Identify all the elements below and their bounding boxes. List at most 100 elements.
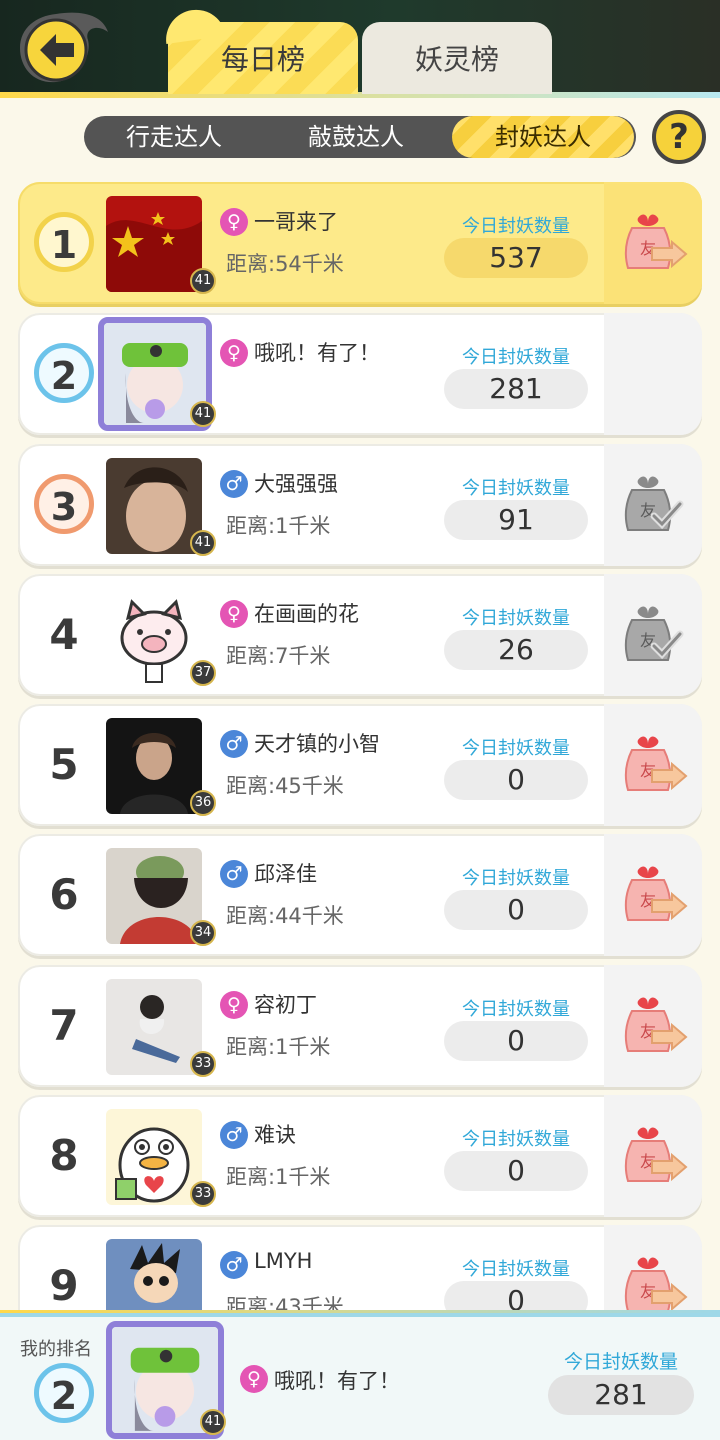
- avatar-pig-sticker-image: [106, 588, 202, 684]
- female-icon: ♀: [240, 1365, 268, 1393]
- count-label: 今日封妖数量: [462, 1259, 570, 1280]
- avatar[interactable]: [106, 1239, 202, 1310]
- distance-text: 距离:1千米: [226, 1035, 331, 1059]
- level-badge: 41: [200, 1409, 226, 1435]
- count-label: 今日封妖数量: [462, 868, 570, 889]
- tab-spirit-rank[interactable]: 妖灵榜: [362, 22, 552, 94]
- segment-walking[interactable]: 行走达人: [86, 116, 262, 158]
- rank-number: 4: [49, 610, 79, 659]
- tab-daily-rank[interactable]: 每日榜: [168, 22, 358, 94]
- count-value: 281: [444, 369, 588, 409]
- male-icon: ♂: [220, 1121, 248, 1149]
- avatar-photo-image: [106, 458, 202, 554]
- avatar[interactable]: [106, 979, 202, 1075]
- rank-medal-silver: 2: [34, 343, 94, 403]
- female-icon: ♀: [220, 339, 248, 367]
- send-gift-icon[interactable]: 友: [618, 1123, 688, 1187]
- level-badge: 41: [190, 530, 216, 556]
- avatar[interactable]: [106, 848, 202, 944]
- player-name: 难诀: [254, 1123, 296, 1147]
- gift-sent-icon: 友: [624, 476, 684, 531]
- row-side-panel: [604, 313, 702, 435]
- level-badge: 33: [190, 1181, 216, 1207]
- count-label: 今日封妖数量: [462, 347, 570, 368]
- male-icon: ♂: [220, 860, 248, 888]
- avatar-photo-image: [106, 848, 202, 944]
- count-label: 今日封妖数量: [462, 738, 570, 759]
- distance-text: 距离:45千米: [226, 774, 344, 798]
- count-label: 今日封妖数量: [462, 478, 570, 499]
- avatar-duck-sticker-image: [106, 1109, 202, 1205]
- my-rank-bar: 我的排名 2 41 ♀ 哦吼！有了！ 今日封妖数量 281: [0, 1313, 720, 1440]
- avatar-flag-image: [106, 196, 202, 292]
- send-gift-icon[interactable]: 友: [618, 862, 688, 926]
- avatar[interactable]: [106, 1109, 202, 1205]
- female-icon: ♀: [220, 991, 248, 1019]
- distance-text: 距离:1千米: [226, 1165, 331, 1189]
- my-player-name: 哦吼！有了！: [274, 1369, 400, 1393]
- rank-row[interactable]: 7 33 ♀ 容初丁 距离:1千米 今日封妖数量 0 友: [18, 965, 702, 1087]
- rank-row[interactable]: 6 34 ♂ 邱泽佳 距离:44千米 今日封妖数量 0 友: [18, 834, 702, 956]
- avatar-photo-image: [106, 979, 202, 1075]
- tab-daily-label: 每日榜: [220, 43, 305, 76]
- player-name: 一哥来了: [254, 210, 338, 234]
- avatar-photo-image: [106, 718, 202, 814]
- distance-text: 距离:1千米: [226, 514, 331, 538]
- avatar[interactable]: [106, 718, 202, 814]
- my-count-value: 281: [548, 1375, 694, 1415]
- gift-sent-icon: 友: [624, 606, 684, 661]
- count-label: 今日封妖数量: [462, 1129, 570, 1150]
- rank-number: 5: [49, 740, 79, 789]
- level-badge: 36: [190, 790, 216, 816]
- question-mark-icon[interactable]: ?: [652, 110, 706, 164]
- send-gift-icon[interactable]: 友: [618, 210, 688, 274]
- player-name: 容初丁: [254, 993, 317, 1017]
- rank-row[interactable]: 5 36 ♂ 天才镇的小智 距离:45千米 今日封妖数量 0 友: [18, 704, 702, 826]
- rank-row[interactable]: 8 33 ♂ 难诀 距离:1千米 今日封妖数量 0 友: [18, 1095, 702, 1217]
- female-icon: ♀: [220, 600, 248, 628]
- back-arrow-icon[interactable]: [18, 10, 110, 86]
- player-name: LMYH: [254, 1249, 313, 1273]
- player-name: 哦吼！有了！: [254, 341, 380, 365]
- avatar-astro-boy-image: [106, 1239, 202, 1310]
- rank-number: 9: [49, 1261, 79, 1310]
- count-value: 26: [444, 630, 588, 670]
- my-count-label: 今日封妖数量: [563, 1351, 678, 1373]
- rank-medal-gold: 1: [34, 212, 94, 272]
- level-badge: 37: [190, 660, 216, 686]
- segment-drumming[interactable]: 敲鼓达人: [268, 116, 444, 158]
- count-label: 今日封妖数量: [462, 999, 570, 1020]
- count-value: 0: [444, 760, 588, 800]
- rank-number: 7: [49, 1001, 79, 1050]
- avatar[interactable]: [106, 458, 202, 554]
- level-badge: 33: [190, 1051, 216, 1077]
- rank-row[interactable]: 3 41 ♂ 大强强强 距离:1千米 今日封妖数量 91 友: [18, 444, 702, 566]
- count-label: 今日封妖数量: [462, 216, 570, 237]
- rank-number: 8: [49, 1131, 79, 1180]
- male-icon: ♂: [220, 470, 248, 498]
- count-value: 0: [444, 1281, 588, 1310]
- rank-row[interactable]: 1 41 ♀ 一哥来了 距离:54千米 今日封妖数量 537 友: [18, 182, 702, 304]
- send-gift-icon[interactable]: 友: [618, 1253, 688, 1310]
- rank-row[interactable]: 4 37 ♀ 在画画的花 距离:7千米 今日封妖数量 26 友: [18, 574, 702, 696]
- rank-medal-silver: 2: [34, 1363, 94, 1423]
- send-gift-icon[interactable]: 友: [618, 993, 688, 1057]
- rank-row[interactable]: 9 ♂ LMYH 距离:43千米 今日封妖数量 0 友: [18, 1225, 702, 1310]
- segment-sealing[interactable]: 封妖达人: [452, 116, 634, 158]
- distance-text: 距离:7千米: [226, 644, 331, 668]
- my-rank-label: 我的排名: [20, 1339, 92, 1360]
- rank-number: 6: [49, 870, 79, 919]
- ranking-list[interactable]: 1 41 ♀ 一哥来了 距离:54千米 今日封妖数量 537 友 2 41 ♀ …: [0, 180, 720, 1310]
- count-value: 0: [444, 1151, 588, 1191]
- distance-text: 距离:43千米: [226, 1295, 344, 1310]
- send-gift-icon[interactable]: 友: [618, 732, 688, 796]
- category-segment: 行走达人 敲鼓达人 封妖达人: [84, 116, 636, 158]
- rank-row[interactable]: 2 41 ♀ 哦吼！有了！ 今日封妖数量 281: [18, 313, 702, 435]
- avatar[interactable]: [106, 196, 202, 292]
- rank-medal-bronze: 3: [34, 474, 94, 534]
- distance-text: 距离:54千米: [226, 252, 344, 276]
- player-name: 在画画的花: [254, 602, 359, 626]
- level-badge: 41: [190, 401, 216, 427]
- avatar[interactable]: [106, 588, 202, 684]
- female-icon: ♀: [220, 208, 248, 236]
